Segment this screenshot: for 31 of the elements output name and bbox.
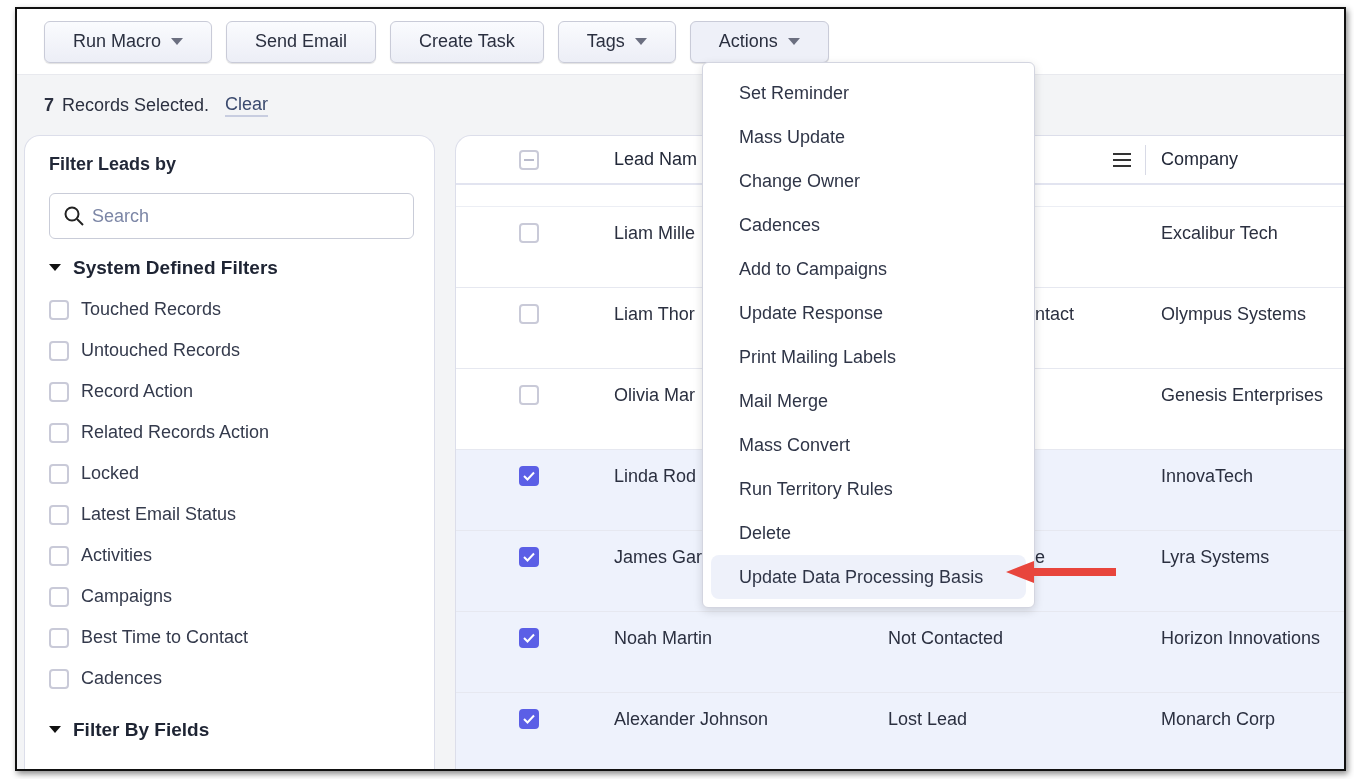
company-name: InnovaTech	[1161, 466, 1254, 487]
company-name: Genesis Enterprises	[1161, 385, 1324, 406]
table-cell: Lost Lead	[888, 709, 968, 730]
company-name: Excalibur Tech	[1161, 223, 1278, 244]
filter-label: Best Time to Contact	[81, 627, 249, 648]
company-name: Lyra Systems	[1161, 547, 1270, 568]
lead-name: Noah Martin	[614, 628, 713, 649]
selection-label: Records Selected.	[62, 94, 210, 116]
filter-label: Latest Email Status	[81, 504, 237, 525]
lead-name: James Gar	[614, 547, 703, 568]
lead-name: Liam Mille	[614, 223, 696, 244]
table-cell: Not Contacted	[888, 628, 1004, 649]
filter-label: Touched Records	[81, 299, 222, 320]
selected-count: 7	[44, 94, 54, 116]
lead-name: Linda Rod	[614, 466, 697, 487]
filter-label: Related Records Action	[81, 422, 270, 443]
lead-name: Alexander Johnson	[614, 709, 769, 730]
filter-label: Activities	[81, 545, 152, 566]
panel-title: Filter Leads by	[49, 154, 178, 175]
company-name: Monarch Corp	[1161, 709, 1276, 730]
filter-label: Cadences	[81, 668, 163, 689]
table-cell: ntact	[1035, 304, 1075, 325]
lead-name: Liam Thor	[614, 304, 695, 325]
lead-name: Olivia Mar	[614, 385, 695, 406]
company-name: Olympus Systems	[1161, 304, 1307, 325]
filter-label: Locked	[81, 463, 140, 484]
filter-label: Record Action	[81, 381, 194, 402]
table-cell: e	[1035, 547, 1045, 568]
company-name: Horizon Innovations	[1161, 628, 1321, 649]
filter-label: Untouched Records	[81, 340, 241, 361]
filter-label: Campaigns	[81, 586, 173, 607]
